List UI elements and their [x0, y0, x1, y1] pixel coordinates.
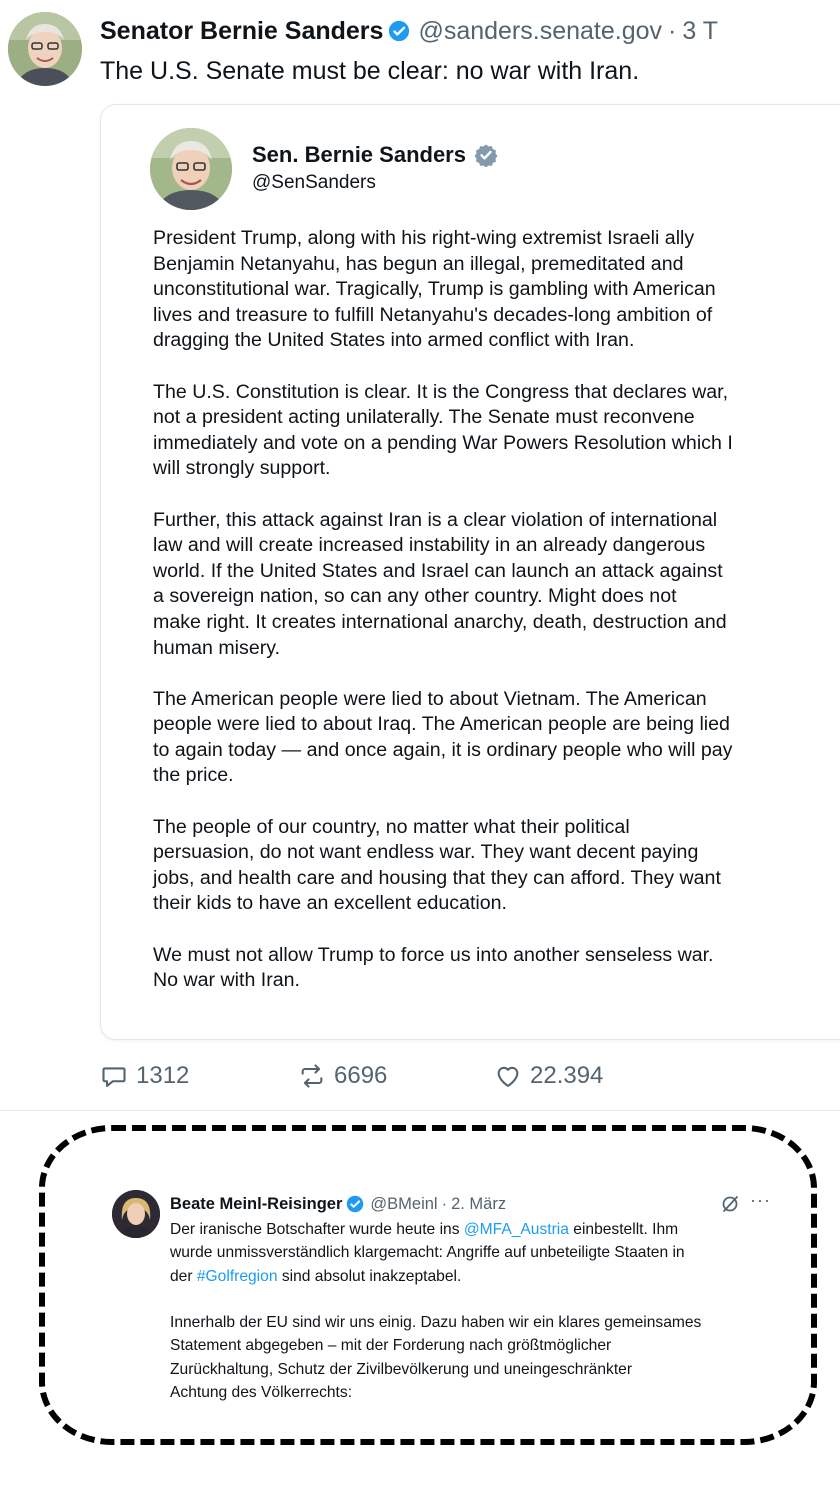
author-avatar[interactable]	[8, 12, 82, 86]
paragraph: The American people were lied to about V…	[153, 687, 823, 789]
text-line: President Trump, along with his right-wi…	[153, 227, 695, 249]
post-timestamp[interactable]: 3 T	[682, 17, 718, 46]
text-line: Further, this attack against Iran is a c…	[153, 508, 718, 531]
avatar-photo	[8, 12, 82, 86]
text-line: The people of our country, no matter wha…	[153, 815, 630, 838]
text-line: der #Golfregion sind absolut inakzeptabe…	[170, 1265, 701, 1288]
text-line: We must not allow Trump to force us into…	[153, 943, 714, 966]
repost-count: 6696	[334, 1062, 388, 1089]
quoted-author-handle[interactable]: @SenSanders	[252, 172, 376, 194]
text-segment: sind absolut inakzeptabel.	[277, 1267, 462, 1285]
paragraph: We must not allow Trump to force us into…	[153, 943, 823, 994]
text-line: persuasion, do not want endless war. The…	[153, 841, 699, 864]
author-handle[interactable]: @sanders.senate.gov	[418, 17, 662, 46]
post-text: The U.S. Senate must be clear: no war wi…	[100, 57, 640, 85]
text-line: Innerhalb der EU sind wir uns einig. Daz…	[170, 1314, 702, 1332]
avatar-photo	[112, 1190, 160, 1238]
repost-button[interactable]: 6696	[298, 1062, 387, 1090]
text-line: Benjamin Netanyahu, has begun an illegal…	[153, 252, 684, 275]
quoted-author-row: Sen. Bernie Sanders	[252, 142, 498, 168]
reply-icon	[102, 1067, 126, 1087]
paragraph: The people of our country, no matter wha…	[153, 815, 823, 917]
text-line: law and will create increased instabilit…	[153, 534, 706, 557]
paragraph: President Trump, along with his right-wi…	[153, 226, 823, 354]
more-options-button[interactable]: ···	[750, 1190, 771, 1211]
embedded-post-date[interactable]: 2. März	[451, 1195, 506, 1214]
header-separator: ·	[441, 1194, 448, 1213]
text-segment: einbestellt. Ihm	[568, 1221, 679, 1238]
text-line: Achtung des Völkerrechts:	[170, 1384, 353, 1402]
grok-icon[interactable]	[720, 1194, 740, 1214]
text-line: world. If the United States and Israel c…	[153, 559, 723, 582]
reply-count: 1312	[136, 1062, 190, 1089]
quoted-author-avatar[interactable]	[150, 128, 232, 210]
heart-icon	[497, 1066, 519, 1087]
quoted-post-body: President Trump, along with his right-wi…	[153, 226, 823, 1019]
text-line: immediately and vote on a pending War Po…	[153, 431, 733, 454]
text-line: wurde unmissverständlich klargemacht: An…	[170, 1244, 685, 1262]
text-line: dragging the United States into armed co…	[153, 329, 635, 352]
text-line: unconstitutional war. Tragically, Trump …	[153, 278, 716, 301]
text-line: to again today — and once again, it is o…	[153, 738, 733, 761]
avatar-photo	[150, 128, 232, 210]
text-line: make right. It creates international ana…	[153, 610, 727, 633]
divider	[0, 1110, 840, 1111]
text-line: people were lied to about Iraq. The Amer…	[153, 713, 730, 736]
text-line: No war with Iran.	[153, 969, 301, 992]
text-line: Zurückhaltung, Schutz der Zivilbevölkeru…	[170, 1360, 633, 1378]
post-header: Senator Bernie Sanders @sanders.senate.g…	[100, 14, 718, 48]
hashtag-link[interactable]: #Golfregion	[197, 1268, 278, 1285]
embedded-post-body: Der iranische Botschafter wurde heute in…	[170, 1218, 701, 1404]
text-line: jobs, and health care and housing that t…	[153, 866, 721, 889]
embedded-author-name[interactable]: Beate Meinl-Reisinger	[170, 1195, 342, 1214]
text-segment: Der iranische Botschafter wurde heute in…	[170, 1221, 464, 1238]
text-line: lives and treasure to fulfill Netanyahu'…	[153, 303, 713, 326]
like-button[interactable]: 22.394	[494, 1062, 603, 1090]
text-line: human misery.	[153, 636, 281, 659]
post-actions: 1312 6696 22.394	[100, 1062, 700, 1094]
text-line: Der iranische Botschafter wurde heute in…	[170, 1218, 701, 1241]
embedded-author-avatar[interactable]	[112, 1190, 160, 1238]
text-line: their kids to have an excellent educatio…	[153, 892, 507, 915]
paragraph: Further, this attack against Iran is a c…	[153, 508, 823, 662]
header-separator: ·	[668, 16, 677, 45]
author-name[interactable]: Senator Bernie Sanders	[100, 17, 383, 46]
text-line: The American people were lied to about V…	[153, 687, 707, 710]
embedded-author-handle[interactable]: @BMeinl	[370, 1195, 437, 1214]
text-line: Statement abgegeben – mit der Forderung …	[170, 1337, 612, 1355]
verified-badge-icon	[388, 20, 410, 42]
verified-badge-icon	[346, 1195, 364, 1213]
paragraph: The U.S. Constitution is clear. It is th…	[153, 380, 823, 482]
reply-button[interactable]: 1312	[100, 1062, 189, 1090]
text-segment: der	[170, 1267, 197, 1285]
quoted-author-name[interactable]: Sen. Bernie Sanders	[252, 142, 466, 168]
text-line: the price.	[153, 764, 234, 787]
gray-verified-badge-icon	[474, 143, 498, 168]
text-line: The U.S. Constitution is clear. It is th…	[153, 380, 729, 403]
repost-icon	[301, 1064, 323, 1088]
mention-link[interactable]: @MFA_Austria	[464, 1221, 569, 1238]
like-count: 22.394	[530, 1062, 604, 1089]
embedded-post-header: Beate Meinl-Reisinger @BMeinl · 2. März	[170, 1192, 506, 1216]
text-line: will strongly support.	[153, 457, 331, 480]
text-line: a sovereign nation, so can any other cou…	[153, 585, 677, 608]
text-line: not a president acting unilaterally. The…	[153, 406, 695, 429]
